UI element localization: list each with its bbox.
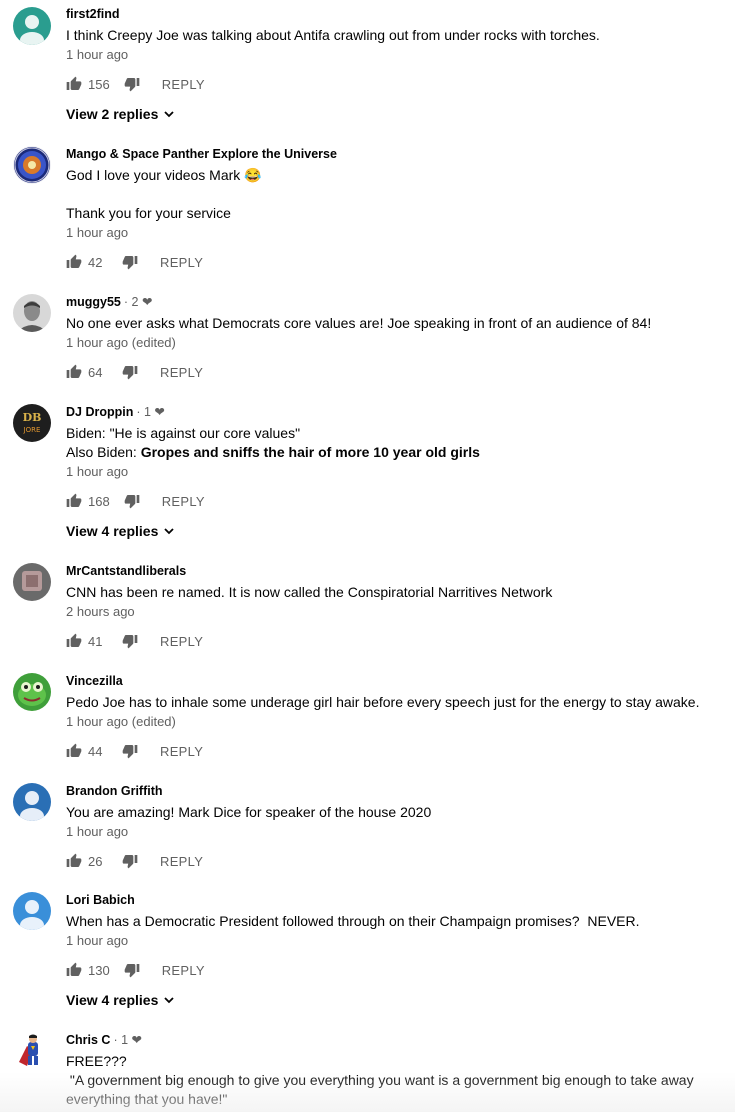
comment-timestamp[interactable]: 1 hour ago [66, 46, 727, 64]
thumbs-up-icon[interactable] [66, 493, 82, 509]
creator-heart-badge: · 1 ❤ [113, 1033, 142, 1047]
avatar[interactable] [13, 294, 51, 332]
like-count: 130 [88, 962, 110, 978]
comment-timestamp[interactable]: 1 hour ago [66, 823, 727, 841]
like-count: 26 [88, 853, 103, 869]
like-count: 42 [88, 254, 103, 270]
comment-timestamp[interactable]: 1 hour ago (edited) [66, 713, 727, 731]
comment-text: You are amazing! Mark Dice for speaker o… [66, 804, 432, 820]
man-photo-icon [13, 294, 51, 332]
thumbs-up-icon[interactable] [66, 76, 82, 92]
comment-timestamp[interactable]: 1 hour ago (edited) [66, 334, 727, 352]
view-replies-label: View 4 replies [66, 992, 159, 1008]
thumbs-up-icon[interactable] [66, 853, 82, 869]
avatar[interactable] [13, 892, 51, 930]
like-count: 168 [88, 493, 110, 509]
reply-button[interactable]: REPLY [162, 77, 205, 92]
comment-text: FREE??? "A government big enough to give… [66, 1053, 694, 1107]
svg-text:DB: DB [23, 411, 42, 424]
avatar[interactable] [13, 1032, 51, 1070]
comment-author[interactable]: Mango & Space Panther Explore the Univer… [66, 147, 337, 161]
comment-author[interactable]: DJ Droppin [66, 405, 133, 419]
reply-button[interactable]: REPLY [160, 365, 203, 380]
creator-heart-badge: · 2 ❤ [123, 295, 153, 309]
comment-text: No one ever asks what Democrats core val… [66, 315, 652, 331]
comment-text: When has a Democratic President followed… [66, 913, 640, 929]
comment-text-line: Biden: "He is against our core values" [66, 425, 301, 441]
comment-author[interactable]: first2find [66, 7, 119, 21]
avatar[interactable] [13, 146, 51, 184]
creator-heart-badge: · 1 ❤ [136, 405, 165, 419]
comment-text: Pedo Joe has to inhale some underage gir… [66, 694, 700, 710]
comment-timestamp[interactable]: 2 hours ago [66, 603, 727, 621]
comment-timestamp[interactable]: 1 hour ago [66, 224, 727, 242]
comment-text-prefix: Also Biden: [66, 444, 141, 460]
thumbs-down-icon[interactable] [122, 743, 138, 759]
comment-author[interactable]: Brandon Griffith [66, 784, 163, 798]
reply-button[interactable]: REPLY [160, 255, 203, 270]
chevron-down-icon [164, 528, 174, 535]
thumbs-down-icon[interactable] [122, 853, 138, 869]
avatar[interactable] [13, 783, 51, 821]
thumbs-up-icon[interactable] [66, 254, 82, 270]
mission-patch-icon [13, 146, 51, 184]
thumbs-down-icon[interactable] [122, 254, 138, 270]
thumbs-up-icon[interactable] [66, 743, 82, 759]
chevron-down-icon [164, 997, 174, 1004]
superman-icon [13, 1032, 51, 1070]
comment-text-bold: Gropes and sniffs the hair of more 10 ye… [140, 444, 480, 460]
comment-text: I think Creepy Joe was talking about Ant… [66, 27, 600, 43]
thumbs-down-icon[interactable] [124, 76, 140, 92]
comment-author[interactable]: muggy55 [66, 295, 121, 309]
reply-button[interactable]: REPLY [162, 963, 205, 978]
avatar[interactable] [13, 563, 51, 601]
comment-author[interactable]: Vincezilla [66, 674, 123, 688]
photo-icon [13, 563, 51, 601]
reply-button[interactable]: REPLY [160, 854, 203, 869]
comment-timestamp[interactable]: 1 hour ago [66, 932, 727, 950]
dj-logo-icon: DB JORE [13, 404, 51, 442]
thumbs-down-icon[interactable] [122, 633, 138, 649]
svg-text:JORE: JORE [23, 426, 41, 434]
comment-timestamp[interactable]: 1 hour ago [66, 463, 727, 481]
like-count: 156 [88, 76, 110, 92]
view-replies-button[interactable]: View 2 replies [66, 104, 727, 124]
thumbs-down-icon[interactable] [124, 493, 140, 509]
like-count: 41 [88, 633, 103, 649]
chevron-down-icon [164, 111, 174, 118]
avatar[interactable] [13, 673, 51, 711]
avatar[interactable] [13, 7, 51, 45]
thumbs-down-icon[interactable] [124, 962, 140, 978]
like-count: 44 [88, 743, 103, 759]
comment-author[interactable]: Chris C [66, 1033, 110, 1047]
reply-button[interactable]: REPLY [160, 634, 203, 649]
comment-author[interactable]: Lori Babich [66, 893, 135, 907]
frog-icon [13, 673, 51, 711]
thumbs-down-icon[interactable] [122, 364, 138, 380]
view-replies-button[interactable]: View 4 replies [66, 990, 727, 1010]
thumbs-up-icon[interactable] [66, 962, 82, 978]
reply-button[interactable]: REPLY [162, 494, 205, 509]
view-replies-label: View 2 replies [66, 106, 159, 122]
comment-author[interactable]: MrCantstandliberals [66, 564, 186, 578]
comment-text: God I love your videos Mark 😂 Thank you … [66, 167, 262, 221]
thumbs-up-icon[interactable] [66, 364, 82, 380]
view-replies-button[interactable]: View 4 replies [66, 521, 727, 541]
default-user-icon [13, 783, 51, 821]
thumbs-up-icon[interactable] [66, 633, 82, 649]
avatar[interactable]: DB JORE [13, 404, 51, 442]
comment-text: CNN has been re named. It is now called … [66, 584, 553, 600]
reply-button[interactable]: REPLY [160, 744, 203, 759]
default-user-icon [13, 892, 51, 930]
like-count: 64 [88, 364, 103, 380]
view-replies-label: View 4 replies [66, 523, 159, 539]
default-user-icon [13, 7, 51, 45]
comment-text: Biden: "He is against our core values" Al… [66, 424, 727, 462]
